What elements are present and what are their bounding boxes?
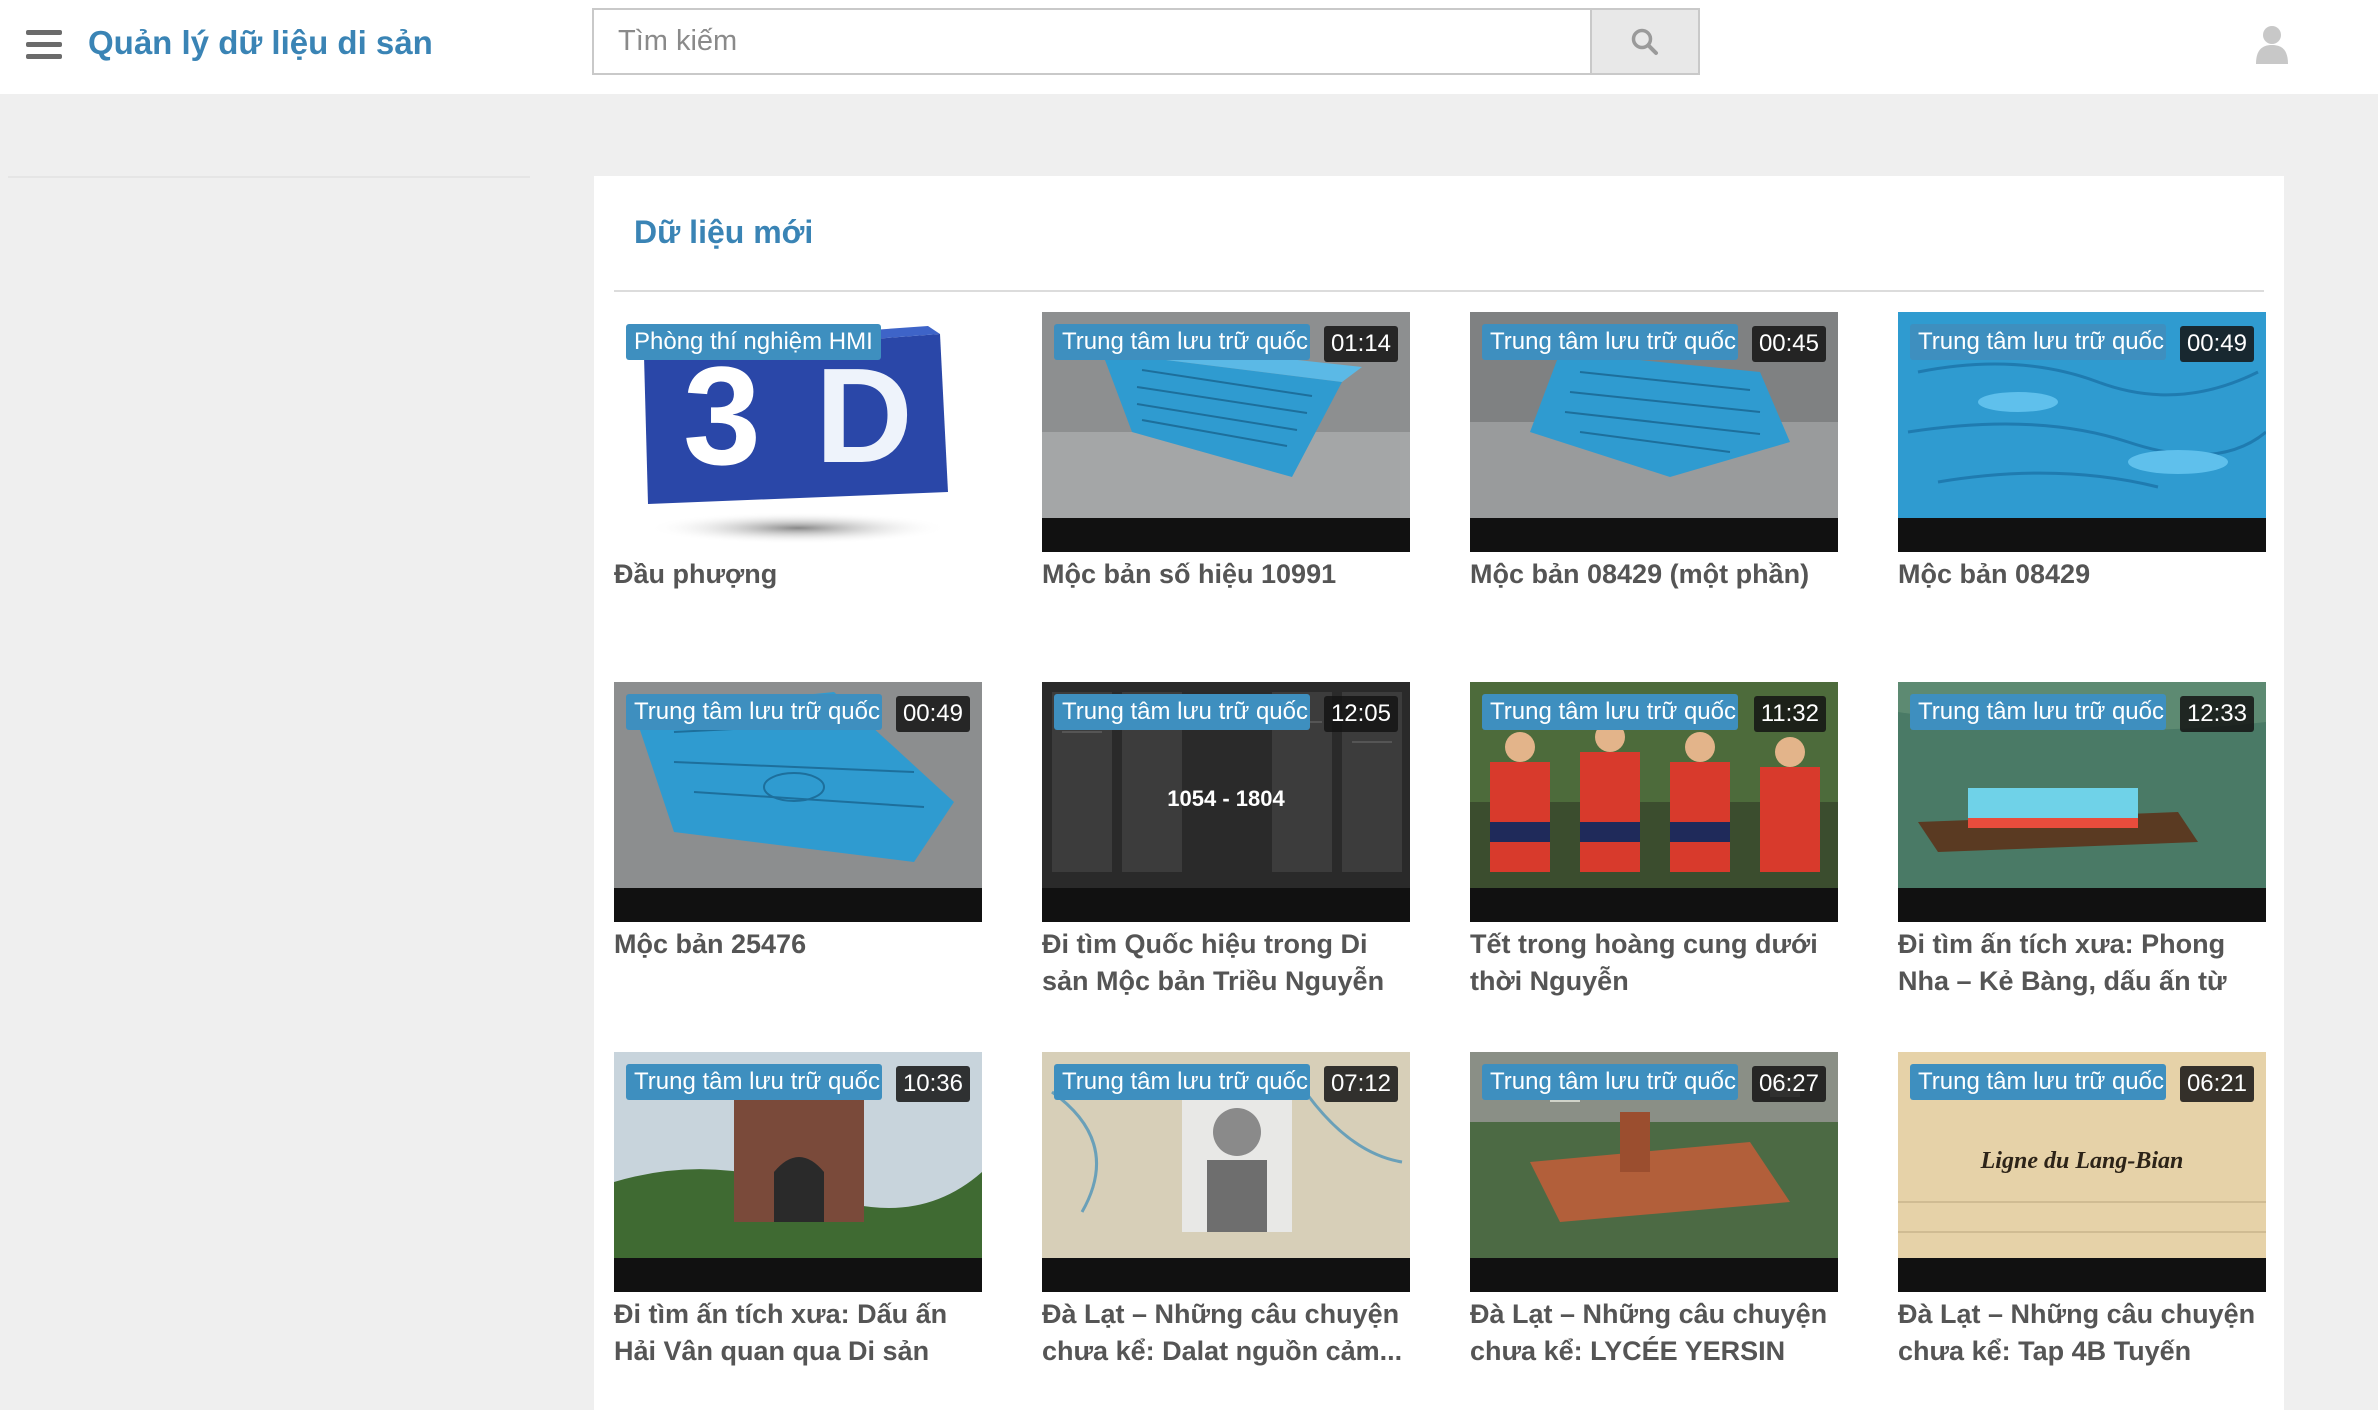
video-title[interactable]: Đà Lạt – Những câu chuyện chưa kể: Dalat…: [1042, 1296, 1410, 1370]
duration-badge: 10:36: [895, 1066, 970, 1102]
source-badge: Phòng thí nghiệm HMI: [626, 324, 881, 360]
video-title[interactable]: Đi tìm Quốc hiệu trong Di sản Mộc bản Tr…: [1042, 926, 1410, 1000]
source-badge: Trung tâm lưu trữ quốc gia: [626, 1064, 882, 1100]
user-icon[interactable]: [2254, 24, 2290, 64]
video-title[interactable]: Mộc bản số hiệu 10991: [1042, 556, 1410, 593]
video-thumbnail[interactable]: Trung tâm lưu trữ quốc gia 11:32: [1470, 682, 1838, 922]
video-title[interactable]: Mộc bản 08429: [1898, 556, 2266, 593]
video-card[interactable]: 1054 - 1804 Trung tâm lưu trữ quốc gia 1…: [1042, 682, 1410, 1012]
source-badge: Trung tâm lưu trữ quốc gia: [1482, 324, 1738, 360]
duration-badge: 06:21: [2179, 1066, 2254, 1102]
duration-badge: 07:12: [1323, 1066, 1398, 1102]
source-badge: Trung tâm lưu trữ quốc gia: [1054, 1064, 1310, 1100]
video-thumbnail[interactable]: 3 D Phòng thí nghiệm HMI: [614, 312, 982, 552]
video-overlay-text: Ligne du Lang-Bian: [1980, 1148, 2184, 1174]
video-overlay-text: 1054 - 1804: [1167, 786, 1285, 811]
duration-badge: 06:27: [1751, 1066, 1826, 1102]
video-title[interactable]: Tết trong hoàng cung dưới thời Nguyễn: [1470, 926, 1838, 1000]
source-badge: Trung tâm lưu trữ quốc gia: [626, 694, 882, 730]
video-thumbnail[interactable]: Trung tâm lưu trữ quốc gia 01:14: [1042, 312, 1410, 552]
video-title[interactable]: Mộc bản 08429 (một phần): [1470, 556, 1838, 593]
video-card[interactable]: Trung tâm lưu trữ quốc gia 00:49 Mộc bản…: [1898, 312, 2266, 642]
duration-badge: 12:33: [2179, 696, 2254, 732]
source-badge: Trung tâm lưu trữ quốc gia: [1910, 1064, 2166, 1100]
section-title: Dữ liệu mới: [634, 214, 814, 250]
search-input[interactable]: [594, 10, 1594, 73]
section-divider: [614, 290, 2264, 292]
video-card[interactable]: 3 D Phòng thí nghiệm HMI Đầu phượng: [614, 312, 982, 642]
video-thumbnail[interactable]: Trung tâm lưu trữ quốc gia 12:33: [1898, 682, 2266, 922]
duration-badge: 12:05: [1323, 696, 1398, 732]
video-title[interactable]: Đi tìm ấn tích xưa: Dấu ấn Hải Vân quan …: [614, 1296, 982, 1370]
video-card[interactable]: Trung tâm lưu trữ quốc gia 06:27 Đà Lạt …: [1470, 1052, 1838, 1382]
video-title[interactable]: Đi tìm ấn tích xưa: Phong Nha – Kẻ Bàng,…: [1898, 926, 2266, 1000]
video-title[interactable]: Đà Lạt – Những câu chuyện chưa kể: Tap 4…: [1898, 1296, 2266, 1370]
video-card[interactable]: Trung tâm lưu trữ quốc gia 11:32 Tết tro…: [1470, 682, 1838, 1012]
app-title[interactable]: Quản lý dữ liệu di sản: [88, 22, 433, 64]
video-thumbnail[interactable]: Trung tâm lưu trữ quốc gia 07:12: [1042, 1052, 1410, 1292]
main-panel: Dữ liệu mới 3 D Phòng thí nghiệm HMI Đầu…: [594, 176, 2284, 1410]
video-title[interactable]: Đầu phượng: [614, 556, 982, 593]
duration-badge: 00:49: [895, 696, 970, 732]
video-thumbnail[interactable]: 1054 - 1804 Trung tâm lưu trữ quốc gia 1…: [1042, 682, 1410, 922]
svg-text:3: 3: [683, 337, 761, 494]
video-card[interactable]: Trung tâm lưu trữ quốc gia 00:49 Mộc bản…: [614, 682, 982, 1012]
video-thumbnail[interactable]: Trung tâm lưu trữ quốc gia 10:36: [614, 1052, 982, 1292]
video-thumbnail[interactable]: Trung tâm lưu trữ quốc gia 00:45: [1470, 312, 1838, 552]
source-badge: Trung tâm lưu trữ quốc gia: [1482, 1064, 1738, 1100]
source-badge: Trung tâm lưu trữ quốc gia: [1054, 324, 1310, 360]
video-title[interactable]: Mộc bản 25476: [614, 926, 982, 963]
search-button[interactable]: [1590, 10, 1698, 73]
source-badge: Trung tâm lưu trữ quốc gia: [1482, 694, 1738, 730]
duration-badge: 11:32: [1753, 696, 1826, 732]
search-bar: [592, 8, 1700, 75]
source-badge: Trung tâm lưu trữ quốc gia: [1910, 324, 2166, 360]
source-badge: Trung tâm lưu trữ quốc gia: [1910, 694, 2166, 730]
duration-badge: 00:49: [2179, 326, 2254, 362]
hamburger-icon[interactable]: [26, 30, 62, 60]
video-thumbnail[interactable]: Ligne du Lang-Bian Trung tâm lưu trữ quố…: [1898, 1052, 2266, 1292]
left-panel: [0, 176, 530, 1410]
video-card[interactable]: Trung tâm lưu trữ quốc gia 00:45 Mộc bản…: [1470, 312, 1838, 642]
magnifier-icon: [1631, 28, 1658, 55]
svg-text:D: D: [815, 340, 913, 491]
video-card[interactable]: Trung tâm lưu trữ quốc gia 07:12 Đà Lạt …: [1042, 1052, 1410, 1382]
video-card[interactable]: Trung tâm lưu trữ quốc gia 12:33 Đi tìm …: [1898, 682, 2266, 1012]
video-title[interactable]: Đà Lạt – Những câu chuyện chưa kể: LYCÉE…: [1470, 1296, 1838, 1370]
duration-badge: 01:14: [1323, 326, 1398, 362]
video-card[interactable]: Trung tâm lưu trữ quốc gia 10:36 Đi tìm …: [614, 1052, 982, 1382]
video-thumbnail[interactable]: Trung tâm lưu trữ quốc gia 00:49: [1898, 312, 2266, 552]
source-badge: Trung tâm lưu trữ quốc gia: [1054, 694, 1310, 730]
video-thumbnail[interactable]: Trung tâm lưu trữ quốc gia 06:27: [1470, 1052, 1838, 1292]
video-card[interactable]: Trung tâm lưu trữ quốc gia 01:14 Mộc bản…: [1042, 312, 1410, 642]
duration-badge: 00:45: [1751, 326, 1826, 362]
video-thumbnail[interactable]: Trung tâm lưu trữ quốc gia 00:49: [614, 682, 982, 922]
top-bar: Quản lý dữ liệu di sản: [0, 0, 2378, 94]
video-card[interactable]: Ligne du Lang-Bian Trung tâm lưu trữ quố…: [1898, 1052, 2266, 1382]
